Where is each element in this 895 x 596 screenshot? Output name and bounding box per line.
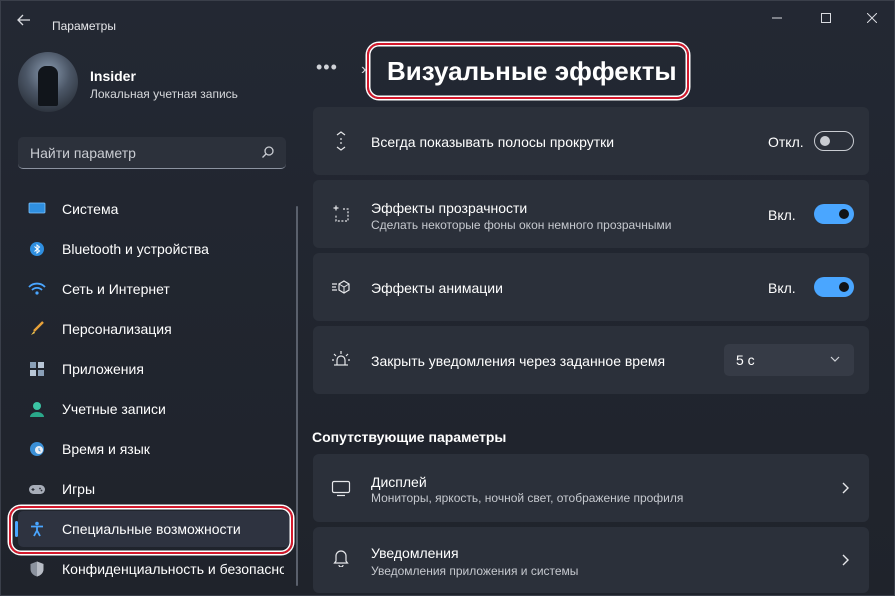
transparency-toggle[interactable] (814, 204, 854, 224)
toggle-knob (839, 282, 849, 292)
close-icon (867, 13, 877, 23)
wifi-icon (28, 282, 46, 295)
account-type: Локальная учетная запись (90, 87, 238, 101)
brush-icon (31, 321, 44, 335)
minimize-button[interactable] (755, 7, 799, 29)
related-settings-heading: Сопутствующие параметры (312, 429, 507, 445)
setting-notification-timeout: Закрыть уведомления через заданное время… (313, 326, 869, 394)
animation-toggle[interactable] (814, 277, 854, 297)
toggle-state-label: Вкл. (768, 207, 796, 223)
sidebar-item-label: Сеть и Интернет (62, 281, 170, 297)
sidebar-item-gaming[interactable]: Игры (18, 471, 292, 507)
setting-scrollbars: Всегда показывать полосы прокрутки Откл. (313, 107, 869, 175)
user-name: Insider (90, 68, 136, 84)
sidebar-item-bluetooth[interactable]: Bluetooth и устройства (18, 231, 292, 267)
bell-icon (333, 550, 349, 567)
setting-animation: Эффекты анимации Вкл. (313, 253, 869, 321)
sidebar-item-label: Конфиденциальность и безопасность (62, 561, 284, 577)
toggle-state-label: Откл. (768, 134, 804, 150)
setting-subtitle: Уведомления приложения и системы (371, 564, 579, 578)
sidebar-item-accounts[interactable]: Учетные записи (18, 391, 292, 427)
setting-title: Закрыть уведомления через заданное время (371, 353, 666, 369)
gamepad-icon (29, 485, 45, 494)
setting-title: Эффекты прозрачности (371, 200, 528, 216)
setting-title: Уведомления (371, 545, 459, 561)
sidebar-item-label: Игры (62, 481, 96, 497)
sidebar-item-label: Персонализация (62, 321, 172, 337)
sidebar-item-label: Время и язык (62, 441, 150, 457)
sidebar-item-label: Bluetooth и устройства (62, 241, 209, 257)
toggle-state-label: Вкл. (768, 280, 796, 296)
transparency-icon (333, 205, 349, 222)
maximize-button[interactable] (804, 7, 848, 29)
minimize-icon (772, 17, 782, 19)
notification-timeout-dropdown[interactable]: 5 с (724, 344, 854, 376)
arrow-left-icon (17, 14, 30, 26)
breadcrumb-separator: › (361, 61, 367, 78)
search-placeholder: Найти параметр (30, 145, 136, 161)
app-title: Параметры (52, 19, 116, 33)
related-notifications[interactable]: Уведомления Уведомления приложения и сис… (313, 527, 869, 593)
search-icon[interactable] (260, 144, 276, 160)
sidebar-item-label: Приложения (62, 361, 144, 377)
sidebar-item-time-language[interactable]: Время и язык (18, 431, 292, 467)
related-display[interactable]: Дисплей Мониторы, яркость, ночной свет, … (313, 454, 869, 522)
chevron-down-icon (830, 356, 840, 362)
sidebar-item-personalization[interactable]: Персонализация (18, 311, 292, 347)
sidebar-item-apps[interactable]: Приложения (18, 351, 292, 387)
sidebar-item-label: Система (62, 201, 119, 217)
setting-subtitle: Сделать некоторые фоны окон немного проз… (371, 218, 672, 232)
highlight-frame-title (367, 43, 689, 99)
notification-timer-icon (332, 351, 350, 366)
scrollbars-toggle[interactable] (814, 131, 854, 151)
setting-transparency: Эффекты прозрачности Сделать некоторые ф… (313, 180, 869, 248)
sidebar-item-privacy[interactable]: Конфиденциальность и безопасность (18, 551, 292, 587)
bluetooth-icon (30, 242, 44, 256)
settings-window: Параметры Insider Локальная учетная запи… (0, 0, 895, 596)
sidebar-scrollbar[interactable] (296, 206, 298, 586)
setting-title: Эффекты анимации (371, 280, 503, 296)
breadcrumb-more-button[interactable]: ••• (316, 57, 338, 78)
dropdown-value: 5 с (736, 352, 755, 368)
monitor-icon (28, 202, 46, 214)
setting-title: Всегда показывать полосы прокрутки (371, 134, 615, 150)
sidebar-item-label: Учетные записи (62, 401, 166, 417)
globe-clock-icon (30, 442, 44, 456)
sidebar-item-system[interactable]: Система (18, 191, 292, 227)
toggle-knob (839, 209, 849, 219)
animation-icon (332, 280, 350, 294)
avatar[interactable] (18, 52, 78, 112)
apps-icon (30, 362, 44, 376)
back-button[interactable] (13, 11, 35, 29)
scrollbar-icon (336, 131, 346, 151)
person-icon (30, 402, 44, 417)
avatar-figure (38, 66, 58, 106)
sidebar-item-network[interactable]: Сеть и Интернет (18, 271, 292, 307)
toggle-knob (820, 135, 830, 146)
chevron-right-icon (842, 554, 849, 566)
highlight-frame-sidebar (9, 506, 293, 554)
shield-icon (30, 561, 44, 577)
setting-title: Дисплей (371, 474, 427, 490)
chevron-right-icon (842, 482, 849, 494)
title-bar: Параметры (1, 1, 894, 37)
setting-subtitle: Мониторы, яркость, ночной свет, отображе… (371, 491, 684, 505)
search-input[interactable]: Найти параметр (18, 137, 286, 169)
maximize-icon (821, 13, 831, 23)
close-button[interactable] (850, 7, 894, 29)
display-icon (331, 480, 351, 497)
